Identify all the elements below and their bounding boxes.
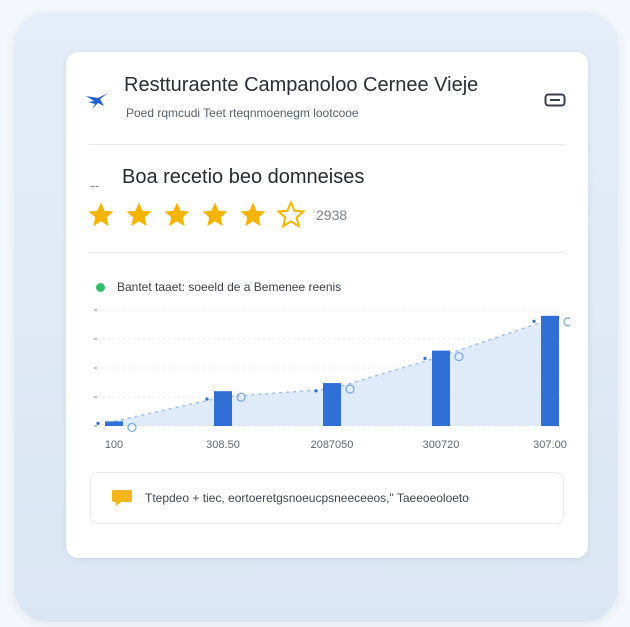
bird-logo-icon [86, 93, 108, 109]
chat-bubble-icon [112, 490, 132, 506]
bar [214, 391, 232, 426]
divider [88, 252, 566, 253]
expand-button[interactable] [542, 90, 568, 110]
restaurant-title: Restturaente Campanoloo Cernee Vieje [124, 74, 479, 96]
y-tick-mark [94, 425, 97, 427]
rating-heading: Boa recetio beo domneises [122, 166, 365, 188]
x-tick-label: 2087050 [311, 439, 354, 451]
chart-legend: Bantet taaet: soeeld de a Bemenee reenis [96, 280, 341, 294]
review-card: Restturaente Campanoloo Cernee Vieje Poe… [66, 52, 588, 558]
bar [432, 350, 450, 426]
review-note: Ttepdeo + tiec, eortoeretgsnoeucpsneecee… [90, 472, 564, 524]
y-tick-mark [94, 309, 97, 311]
star-icon [126, 202, 152, 227]
x-tick-label: 300720 [423, 439, 460, 451]
trend-point [423, 356, 427, 360]
legend-label: Bantet taaet: soeeld de a Bemenee reenis [117, 280, 342, 294]
star-rating: 2938 [86, 200, 347, 230]
star-icon [240, 202, 266, 227]
x-tick-label: 307.00 [533, 439, 567, 451]
trend-point [532, 319, 536, 323]
divider [88, 144, 566, 145]
dash-marker: -- [90, 177, 100, 193]
data-point-marker [563, 317, 570, 327]
y-tick-mark [94, 338, 97, 340]
review-count: 2938 [316, 207, 348, 223]
legend-dot [96, 282, 105, 292]
star-icon [164, 202, 190, 227]
star-outline-icon [276, 200, 306, 229]
y-tick-mark [94, 396, 97, 398]
bar-chart: 100 308.50 2087050 300720 307.00 [94, 309, 570, 451]
trend-point [96, 421, 100, 425]
trend-point [314, 389, 318, 393]
x-tick-label: 308.50 [206, 439, 240, 451]
x-tick-label: 100 [105, 439, 123, 451]
expand-icon [544, 93, 566, 107]
bar [323, 383, 341, 426]
star-icon [202, 202, 228, 227]
note-text: Ttepdeo + tiec, eortoeretgsnoeucpsneecee… [145, 491, 469, 505]
bar [105, 421, 123, 426]
trend-point [205, 397, 209, 401]
star-icon [88, 202, 114, 227]
bar [541, 315, 559, 426]
y-tick-mark [94, 367, 97, 369]
restaurant-subtitle: Poed rqmcudi Teet rteqnmoenegm lootcooe [126, 106, 359, 120]
